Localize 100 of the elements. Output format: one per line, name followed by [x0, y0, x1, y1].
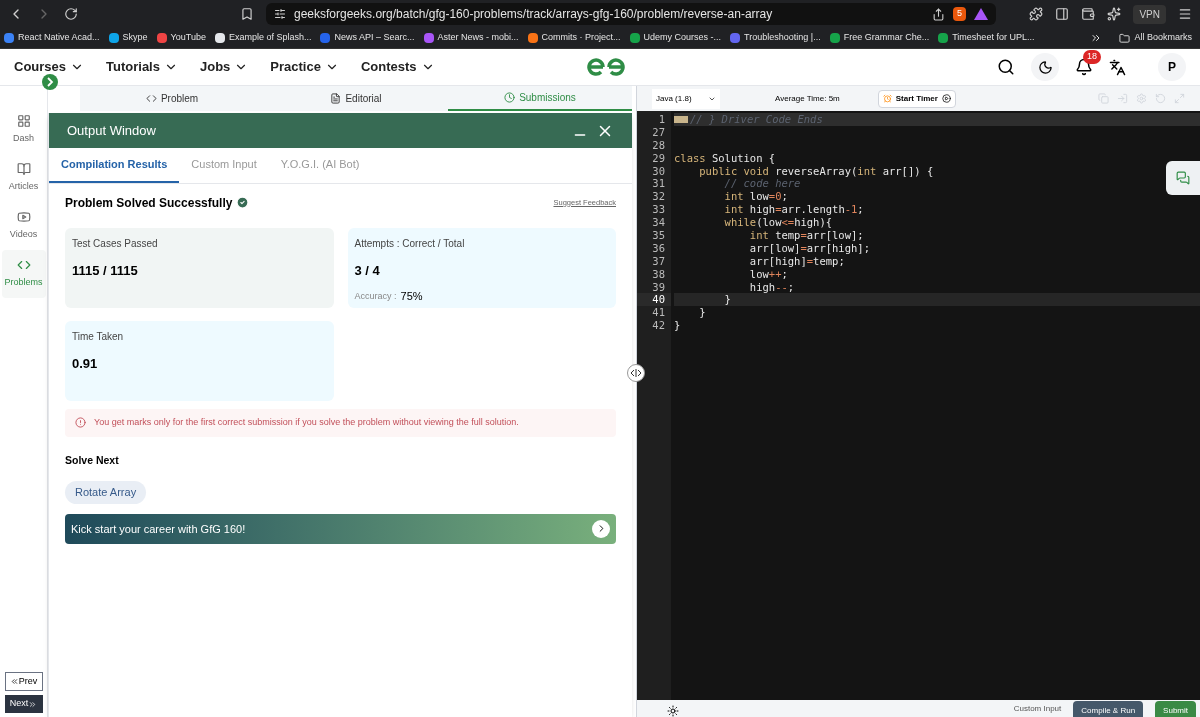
problem-tab[interactable]: Problem — [80, 86, 264, 111]
bookmark-item[interactable]: Timesheet for UPL... — [938, 31, 1035, 45]
line-number: 36 — [651, 241, 666, 255]
dark-mode-button[interactable] — [1031, 53, 1059, 81]
code-line: while(low<=high){ — [723, 216, 833, 229]
sparkle-icon[interactable] — [1107, 7, 1122, 21]
sidebar-item[interactable]: Videos — [1, 202, 46, 250]
code-line: low++; — [748, 267, 788, 281]
tab-icon — [504, 92, 516, 103]
sidebar-icon[interactable] — [1055, 7, 1070, 21]
code-line: int high=arr.length-1; — [723, 203, 864, 217]
wallet-icon[interactable] — [1081, 7, 1096, 21]
start-timer-button[interactable]: Start Timer — [877, 89, 956, 108]
notice-text: You get marks only for the first correct submission if you solve the problem without viewing the full solution. — [94, 415, 519, 429]
share-icon[interactable] — [932, 7, 945, 21]
alert-icon — [75, 417, 86, 428]
bookmark-item[interactable]: React Native Acad... — [4, 31, 100, 45]
bookmark-item[interactable]: YouTube — [156, 31, 206, 45]
double-chevron-left-icon — [9, 677, 19, 686]
favicon-icon — [4, 33, 14, 43]
extensions-icon[interactable] — [1029, 7, 1044, 21]
triangle-icon[interactable] — [974, 8, 988, 20]
nav-menu[interactable]: Contests — [360, 57, 435, 77]
line-number: 29 — [651, 151, 666, 165]
chat-button[interactable] — [1166, 161, 1200, 195]
nav-menu[interactable]: Practice — [270, 57, 339, 77]
translate-icon[interactable] — [1109, 58, 1126, 76]
promo-text: Kick start your career with GfG 160! — [71, 521, 247, 537]
nav-menu[interactable]: Tutorials — [106, 57, 178, 77]
moon-icon — [1037, 59, 1053, 75]
notification-icon[interactable] — [1075, 58, 1093, 76]
tab-icon — [330, 93, 342, 104]
custom-input-link[interactable]: Custom Input — [1013, 703, 1062, 717]
sidebar-item[interactable]: Articles — [1, 154, 46, 202]
line-number: 32 — [651, 190, 666, 204]
all-bookmarks-item[interactable]: All Bookmarks — [1119, 31, 1192, 45]
arrow-button[interactable] — [592, 519, 610, 538]
address-bar[interactable]: geeksforgeeks.org/batch/gfg-160-problems/track/arrays-gfg-160/problem/reverse-an-array 5 — [266, 3, 996, 25]
sidebar-item[interactable]: Dash — [1, 106, 46, 154]
compile-run-button[interactable]: Compile & Run — [1073, 701, 1144, 717]
code-line: } — [674, 319, 681, 333]
output-tab[interactable]: Compilation Results — [49, 148, 180, 183]
bookmark-item[interactable]: Commits · Project... — [527, 31, 621, 45]
theme-icon[interactable] — [667, 705, 679, 717]
code-line: int temp=arr[low]; — [748, 229, 864, 242]
line-number: 33 — [651, 203, 666, 217]
problem-tab[interactable]: Editorial — [264, 86, 448, 111]
problem-tab[interactable]: Submissions — [448, 86, 632, 111]
stat-label: Time Taken — [72, 329, 125, 344]
code-line: class Solution { — [674, 151, 776, 165]
line-number: 30 — [651, 164, 666, 178]
line-number: 34 — [651, 216, 666, 229]
next-button[interactable]: Next — [4, 695, 43, 713]
bookmark-item[interactable]: Troubleshooting |... — [730, 31, 821, 45]
code-line: // code here — [723, 177, 801, 191]
bookmark-item[interactable]: Aster News - mobi... — [423, 31, 519, 45]
reload-icon[interactable] — [64, 7, 78, 21]
favicon-icon — [527, 33, 538, 43]
line-number: 38 — [651, 267, 666, 281]
window-title: Output Window — [67, 121, 157, 140]
bookmark-item[interactable]: Skype — [108, 31, 148, 45]
line-number: 35 — [651, 229, 666, 242]
average-time: Average Time: 5m — [775, 92, 840, 105]
sidebar-item-icon — [16, 114, 31, 129]
problem-chip[interactable]: Rotate Array — [65, 481, 147, 504]
nav-menu[interactable]: Courses — [14, 57, 85, 77]
language-select[interactable]: Java (1.8) — [652, 88, 720, 109]
play-icon — [941, 94, 951, 103]
vpn-button[interactable]: VPN — [1133, 4, 1166, 24]
bookmark-item[interactable]: Udemy Courses -... — [629, 31, 722, 45]
search-icon[interactable] — [997, 58, 1015, 76]
favicon-icon — [829, 33, 840, 43]
logo-icon[interactable] — [585, 56, 627, 78]
nav-menu[interactable]: Jobs — [199, 57, 249, 77]
alarm-clock-icon — [882, 94, 892, 103]
bookmark-item[interactable]: Example of Splash... — [214, 31, 312, 45]
shield-badge[interactable]: 5 — [953, 7, 966, 21]
menu-icon[interactable] — [1178, 7, 1192, 21]
sidebar-item[interactable]: Problems — [1, 250, 46, 298]
promo-banner[interactable]: Kick start your career with GfG 160! — [65, 513, 616, 544]
site-settings-icon[interactable] — [274, 8, 286, 20]
line-number: 41 — [651, 306, 666, 320]
bookmark-icon[interactable] — [240, 7, 254, 21]
bookmark-item[interactable]: News API – Searc... — [320, 31, 415, 45]
code-line: arr[high]=temp; — [748, 254, 845, 268]
line-number: 40 — [637, 293, 671, 307]
line-number: 31 — [651, 177, 666, 191]
chat-icon — [1176, 171, 1190, 185]
prev-button[interactable]: Prev — [4, 672, 43, 691]
code-line: } — [723, 293, 731, 307]
accuracy-label: Accuracy : — [354, 289, 397, 303]
submit-button[interactable]: Submit — [1155, 701, 1196, 717]
resize-handle-icon[interactable] — [627, 364, 645, 382]
avatar[interactable]: P — [1158, 53, 1186, 81]
stat-value: 0.91 — [72, 354, 99, 373]
notification-badge: 18 — [1083, 50, 1101, 64]
section-heading: Solve Next — [65, 452, 120, 468]
fold-marker[interactable] — [674, 116, 688, 123]
bookmark-item[interactable]: Free Grammar Che... — [829, 31, 930, 45]
favicon-icon — [629, 33, 640, 43]
